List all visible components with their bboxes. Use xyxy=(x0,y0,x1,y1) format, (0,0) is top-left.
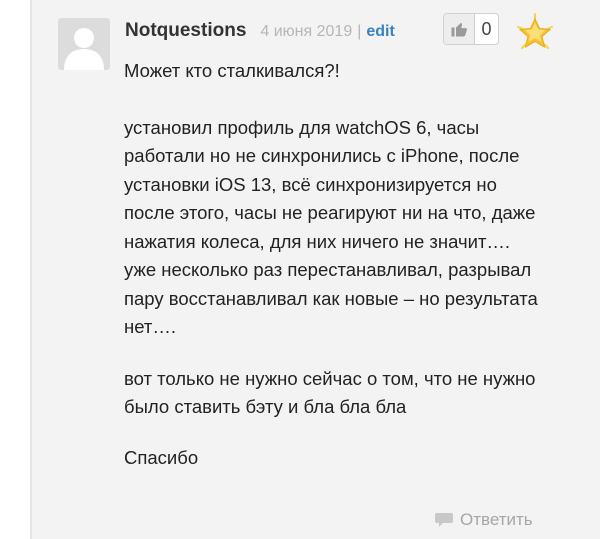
star-badge-icon xyxy=(514,12,556,54)
edit-link[interactable]: edit xyxy=(366,23,394,41)
comment-paragraph: вот только не нужно сейчас о том, что не… xyxy=(124,367,536,418)
avatar[interactable] xyxy=(58,18,110,70)
like-button[interactable] xyxy=(444,14,475,44)
reply-label: Ответить xyxy=(460,510,533,529)
like-count: 0 xyxy=(481,18,492,39)
comment-paragraph: Спасибо xyxy=(124,446,199,468)
comment-paragraph: установил профиль для watchOS 6, часы ра… xyxy=(124,116,538,338)
user-silhouette-icon xyxy=(58,18,110,70)
comment-date: 4 июня 2019 xyxy=(260,23,353,40)
thumbs-up-icon xyxy=(451,23,467,37)
reply-button[interactable]: Ответить xyxy=(434,510,533,530)
comment-body: Может кто сталкивался?! установил профил… xyxy=(124,57,544,472)
header-separator: | xyxy=(357,23,362,40)
comment-paragraph: Может кто сталкивался?! xyxy=(124,60,340,81)
author-name[interactable]: Notquestions xyxy=(125,20,246,42)
comment-header: Notquestions 4 июня 2019 | edit xyxy=(125,20,395,46)
speech-bubble-icon xyxy=(435,513,453,527)
like-widget: 0 xyxy=(443,13,499,45)
